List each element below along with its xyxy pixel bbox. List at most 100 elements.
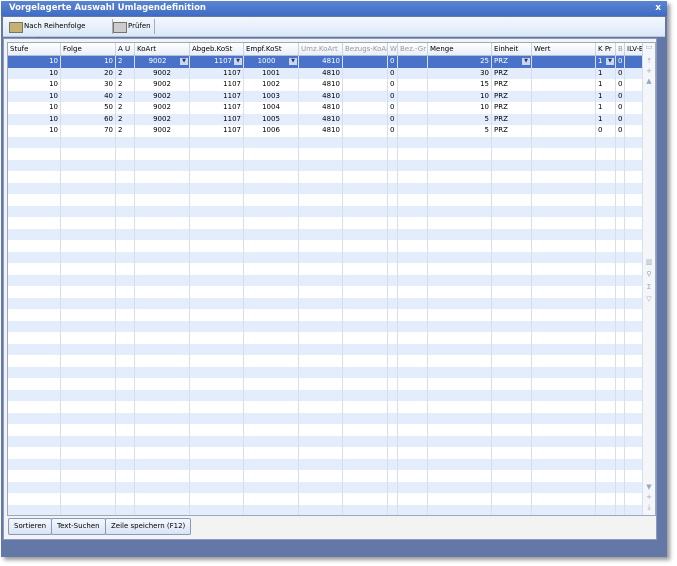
table-cell[interactable] [343,435,388,447]
table-row[interactable] [8,309,643,321]
table-cell[interactable] [616,343,625,355]
table-row[interactable] [8,251,643,263]
table-cell[interactable] [61,366,116,378]
table-cell[interactable] [343,366,388,378]
table-cell[interactable]: 10 [8,79,61,91]
table-cell[interactable] [343,447,388,459]
table-cell[interactable] [388,447,398,459]
table-cell[interactable] [596,504,616,515]
table-cell[interactable] [616,470,625,482]
table-cell[interactable] [135,286,190,298]
table-cell[interactable] [428,424,492,436]
table-cell[interactable] [8,470,61,482]
table-cell[interactable] [135,412,190,424]
table-cell[interactable] [388,378,398,390]
column-header[interactable]: Folge [61,43,116,55]
table-cell[interactable] [61,148,116,160]
table-cell[interactable] [8,366,61,378]
table-cell[interactable] [532,412,596,424]
table-cell[interactable] [116,378,135,390]
table-row[interactable] [8,171,643,183]
table-row[interactable] [8,481,643,493]
table-row[interactable]: 10 60 2 9002 1107 1005 4810 0 5 PRZ 1 0 [8,113,643,125]
table-cell[interactable] [244,435,299,447]
table-cell[interactable] [244,320,299,332]
table-cell[interactable] [596,136,616,148]
column-header[interactable]: W [388,43,398,55]
table-cell[interactable] [116,297,135,309]
table-cell[interactable] [135,309,190,321]
table-cell[interactable] [625,389,643,401]
table-cell[interactable]: PRZ [492,125,532,137]
table-cell[interactable] [190,309,244,321]
table-cell[interactable] [596,182,616,194]
table-row[interactable] [8,274,643,286]
table-row[interactable] [8,366,643,378]
table-cell[interactable] [61,320,116,332]
table-cell[interactable] [61,493,116,505]
table-cell[interactable] [532,182,596,194]
table-cell[interactable] [190,240,244,252]
table-cell[interactable] [135,263,190,275]
table-cell[interactable]: 1107 [190,67,244,79]
dropdown-arrow-icon[interactable]: ▼ [606,58,614,65]
table-cell[interactable] [532,148,596,160]
table-cell[interactable] [492,171,532,183]
table-cell[interactable] [398,125,428,137]
table-cell[interactable] [61,435,116,447]
table-row[interactable] [8,217,643,229]
table-cell[interactable] [244,412,299,424]
table-cell[interactable] [343,470,388,482]
table-cell[interactable] [244,309,299,321]
table-cell[interactable] [616,332,625,344]
table-cell[interactable] [190,424,244,436]
table-cell[interactable] [398,148,428,160]
table-cell[interactable]: 0 [388,67,398,79]
table-cell[interactable] [492,401,532,413]
table-cell[interactable] [343,251,388,263]
table-cell[interactable] [428,148,492,160]
table-cell[interactable] [299,412,343,424]
table-cell[interactable] [8,412,61,424]
table-cell[interactable] [492,182,532,194]
table-cell[interactable]: 4810 [299,102,343,114]
table-cell[interactable] [532,309,596,321]
table-cell[interactable] [492,240,532,252]
table-cell[interactable] [244,424,299,436]
table-row[interactable]: 10 10 2 9002 ▼ 1107 ▼ 1000 ▼ 4810 0 25 PRZ ▼ 1 ▼ 0 [8,56,643,68]
table-cell[interactable] [135,320,190,332]
table-cell[interactable] [299,504,343,515]
table-cell[interactable]: 2 [116,67,135,79]
table-cell[interactable] [388,263,398,275]
table-cell[interactable] [625,493,643,505]
table-cell[interactable] [625,228,643,240]
table-cell[interactable] [428,366,492,378]
table-cell[interactable] [398,240,428,252]
table-cell[interactable] [299,194,343,206]
table-cell[interactable] [244,493,299,505]
table-cell[interactable] [492,136,532,148]
table-cell[interactable] [135,343,190,355]
table-cell[interactable] [190,412,244,424]
table-cell[interactable] [343,309,388,321]
table-row[interactable] [8,355,643,367]
table-cell[interactable]: 1002 [244,79,299,91]
table-cell[interactable] [116,412,135,424]
table-cell[interactable] [61,504,116,515]
table-cell[interactable] [116,251,135,263]
table-cell[interactable] [135,355,190,367]
table-cell[interactable] [343,504,388,515]
table-cell[interactable] [116,171,135,183]
table-cell[interactable] [388,355,398,367]
table-cell[interactable] [428,481,492,493]
table-cell[interactable] [135,148,190,160]
table-cell[interactable] [343,263,388,275]
table-cell[interactable] [616,194,625,206]
table-row[interactable] [8,182,643,194]
table-cell[interactable] [190,136,244,148]
table-cell[interactable] [343,228,388,240]
table-cell[interactable] [625,355,643,367]
table-cell[interactable] [8,263,61,275]
table-cell[interactable] [135,136,190,148]
table-cell[interactable] [398,159,428,171]
